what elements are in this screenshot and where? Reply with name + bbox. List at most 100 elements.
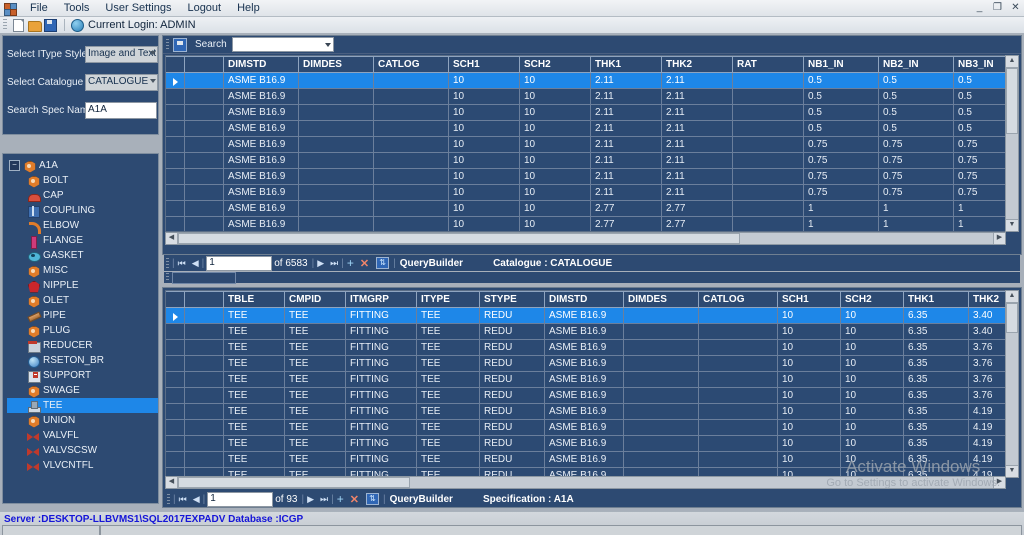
specification-data-grid[interactable]: TBLE CMPID ITMGRP ITYPE STYPE DIMSTD DIMDES CAT… <box>165 290 1006 478</box>
cell-itmgrp[interactable]: FITTING <box>345 419 417 436</box>
tree-item-flange[interactable]: FLANGE <box>7 233 158 249</box>
cell-thk2[interactable]: 2.11 <box>661 136 733 153</box>
cell-nb2_in[interactable]: 1 <box>878 200 954 217</box>
row-indicator[interactable] <box>166 216 185 231</box>
row-indicator[interactable] <box>166 403 185 420</box>
row-indicator[interactable] <box>166 120 185 137</box>
cell-thk1[interactable]: 2.11 <box>590 120 662 137</box>
cell-tble[interactable]: TEE <box>223 323 285 340</box>
tree-item-reducer[interactable]: REDUCER <box>7 338 158 353</box>
cell-tble[interactable]: TEE <box>223 307 285 324</box>
cell-tble[interactable]: TEE <box>223 355 285 372</box>
cell-sch2[interactable]: 10 <box>519 184 591 201</box>
cell-nb2_in[interactable]: 0.75 <box>878 168 954 185</box>
cell-sch2[interactable]: 10 <box>840 355 904 372</box>
cell-sch2[interactable]: 10 <box>840 323 904 340</box>
cell-thk2[interactable]: 2.11 <box>661 152 733 169</box>
cell-thk1[interactable]: 2.77 <box>590 216 662 231</box>
query-builder-button[interactable]: QueryBuilder <box>400 258 463 269</box>
cell-dimstd[interactable]: ASME B16.9 <box>544 355 624 372</box>
row-selector[interactable] <box>184 120 224 137</box>
table-row[interactable]: TEE TEE FITTING TEE REDU ASME B16.9 10 10 6.35 3.… <box>166 355 1005 372</box>
cell-dimstd[interactable]: ASME B16.9 <box>223 152 299 169</box>
row-indicator[interactable] <box>166 355 185 372</box>
cell-tble[interactable]: TEE <box>223 387 285 404</box>
table-row[interactable]: ASME B16.9 10 10 2.11 2.11 0.75 0.75 0.75 <box>166 152 1005 169</box>
row-selector[interactable] <box>184 200 224 217</box>
cell-cmpid[interactable]: TEE <box>284 371 346 388</box>
column-header-nb1_in[interactable]: NB1_IN <box>803 56 879 73</box>
cell-nb2_in[interactable]: 0.75 <box>878 184 954 201</box>
row-selector[interactable] <box>184 387 224 404</box>
cell-catlog[interactable] <box>373 168 449 185</box>
cell-thk2[interactable]: 2.77 <box>661 200 733 217</box>
menu-item-tools[interactable]: Tools <box>56 1 98 16</box>
cell-sch1[interactable]: 10 <box>777 435 841 452</box>
search-input[interactable] <box>231 37 334 52</box>
cell-thk1[interactable]: 6.35 <box>903 387 969 404</box>
cell-sch1[interactable]: 10 <box>448 88 520 105</box>
tree-item-plug[interactable]: PLUG <box>7 323 158 338</box>
cell-rat[interactable] <box>732 72 804 89</box>
cell-thk1[interactable]: 2.11 <box>590 72 662 89</box>
cell-thk2[interactable]: 2.11 <box>661 72 733 89</box>
cell-nb3_in[interactable]: 0.75 <box>953 184 1005 201</box>
cell-nb3_in[interactable]: 0.75 <box>953 168 1005 185</box>
table-row[interactable]: TEE TEE FITTING TEE REDU ASME B16.9 10 10 6.35 3.… <box>166 307 1005 324</box>
cell-sch1[interactable]: 10 <box>448 104 520 121</box>
cell-sch1[interactable]: 10 <box>448 152 520 169</box>
cell-dimdes[interactable] <box>623 339 699 356</box>
cell-dimstd[interactable]: ASME B16.9 <box>223 216 299 231</box>
cell-cmpid[interactable]: TEE <box>284 419 346 436</box>
cell-thk1[interactable]: 6.35 <box>903 339 969 356</box>
cell-rat[interactable] <box>732 152 804 169</box>
cell-catlog[interactable] <box>373 104 449 121</box>
cell-sch1[interactable]: 10 <box>777 387 841 404</box>
cell-dimdes[interactable] <box>298 200 374 217</box>
current-page-input[interactable]: 1 <box>206 255 273 271</box>
cell-catlog[interactable] <box>698 403 778 420</box>
cell-nb1_in[interactable]: 0.75 <box>803 136 879 153</box>
cell-dimdes[interactable] <box>623 419 699 436</box>
cell-nb1_in[interactable]: 0.5 <box>803 104 879 121</box>
cell-sch2[interactable]: 10 <box>519 216 591 231</box>
cell-dimstd[interactable]: ASME B16.9 <box>544 387 624 404</box>
cell-itype[interactable]: TEE <box>416 403 480 420</box>
cell-dimstd[interactable]: ASME B16.9 <box>223 136 299 153</box>
cell-nb3_in[interactable]: 0.5 <box>953 120 1005 137</box>
row-indicator[interactable] <box>166 387 185 404</box>
cell-sch1[interactable]: 10 <box>448 120 520 137</box>
scroll-left-icon[interactable]: ◀ <box>166 477 178 488</box>
cell-catlog[interactable] <box>698 323 778 340</box>
row-indicator[interactable] <box>166 88 185 105</box>
column-header-itmgrp[interactable]: ITMGRP <box>345 291 417 308</box>
cell-nb1_in[interactable]: 0.75 <box>803 168 879 185</box>
cell-tble[interactable]: TEE <box>223 435 285 452</box>
cell-dimdes[interactable] <box>623 435 699 452</box>
cell-nb2_in[interactable]: 0.5 <box>878 72 954 89</box>
tree-item-cap[interactable]: CAP <box>7 188 158 203</box>
column-header-catlog[interactable]: CATLOG <box>698 291 778 308</box>
cell-nb3_in[interactable]: 0.75 <box>953 152 1005 169</box>
row-selector[interactable] <box>184 152 224 169</box>
scroll-thumb[interactable] <box>1006 68 1018 134</box>
cell-sch2[interactable]: 10 <box>519 88 591 105</box>
navigator-grip[interactable] <box>166 257 169 269</box>
tree-item-rseton_br[interactable]: RSETON_BR <box>7 353 158 368</box>
cell-thk1[interactable]: 6.35 <box>903 403 969 420</box>
cell-thk2[interactable]: 3.76 <box>968 371 1005 388</box>
cell-dimdes[interactable] <box>298 136 374 153</box>
table-row[interactable]: ASME B16.9 10 10 2.11 2.11 0.75 0.75 0.75 <box>166 168 1005 185</box>
row-selector[interactable] <box>184 419 224 436</box>
cell-cmpid[interactable]: TEE <box>284 451 346 468</box>
table-row[interactable]: TEE TEE FITTING TEE REDU ASME B16.9 10 10 6.35 3.… <box>166 339 1005 356</box>
cell-nb1_in[interactable]: 0.5 <box>803 72 879 89</box>
cell-thk2[interactable]: 3.76 <box>968 339 1005 356</box>
cell-dimstd[interactable]: ASME B16.9 <box>223 168 299 185</box>
cell-thk1[interactable]: 2.11 <box>590 136 662 153</box>
new-document-button[interactable] <box>11 18 25 32</box>
scroll-thumb[interactable] <box>1006 303 1018 333</box>
cell-thk2[interactable]: 4.19 <box>968 435 1005 452</box>
row-indicator[interactable] <box>166 184 185 201</box>
cell-itype[interactable]: TEE <box>416 355 480 372</box>
